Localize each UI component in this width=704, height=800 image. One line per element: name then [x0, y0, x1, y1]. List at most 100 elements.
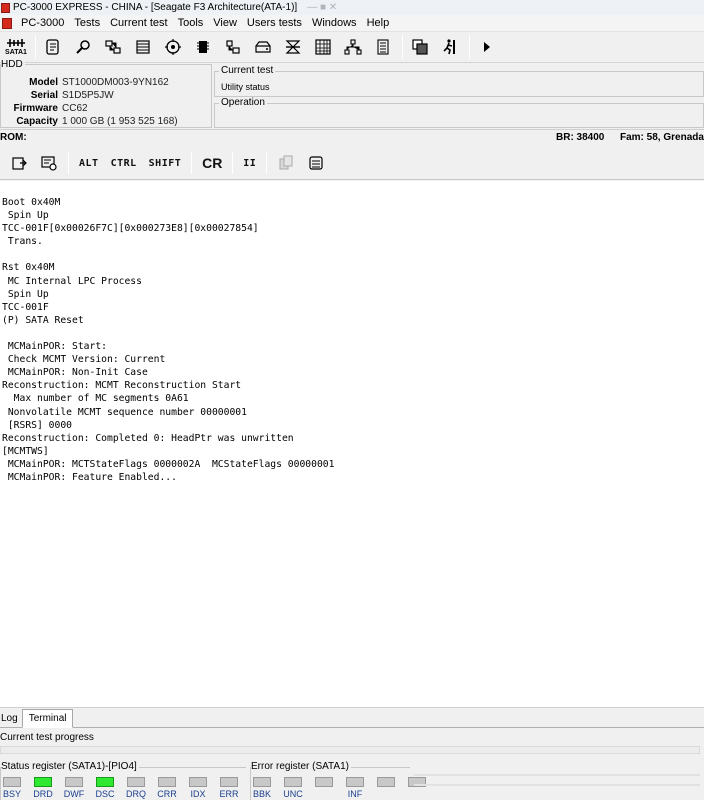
toolbar-separator: [266, 152, 268, 174]
alt-key-button[interactable]: ALT: [77, 151, 101, 175]
error-label-bbk: BBK: [252, 789, 271, 799]
terminal-text: Boot 0x40M Spin Up TCC-001F[0x00026F7C][…: [2, 197, 335, 483]
play-button[interactable]: [475, 34, 499, 60]
menu-tests[interactable]: Tests: [69, 16, 105, 31]
menu-pc3000[interactable]: PC-3000: [16, 16, 69, 31]
family-info: Fam: 58, Grenada: [620, 132, 704, 143]
search-button[interactable]: [71, 34, 95, 60]
transfer-icon: [285, 40, 301, 54]
log-button[interactable]: [305, 151, 327, 175]
hdd-serial-value: S1D5P5JW: [62, 90, 114, 101]
list-icon: [377, 39, 389, 55]
toolbar-separator: [68, 152, 69, 174]
sata-plug-icon: [7, 39, 25, 47]
sata-port-label: SATA1: [5, 49, 27, 56]
error-led-bbk: [253, 777, 271, 787]
runner-button[interactable]: [438, 34, 462, 60]
play-icon: [484, 42, 490, 52]
table-button[interactable]: [131, 34, 155, 60]
window-title: PC-3000 EXPRESS - CHINA - [Seagate F3 Ar…: [13, 2, 298, 13]
hdd-button[interactable]: [251, 34, 275, 60]
empty-register-track: [414, 784, 700, 786]
terminal-settings-button[interactable]: [38, 151, 60, 175]
menu-users-tests[interactable]: Users tests: [242, 16, 307, 31]
empty-register-track: [414, 774, 700, 776]
copy-icon: [279, 155, 293, 170]
connect-button[interactable]: [8, 151, 30, 175]
error-led-bit2: [315, 777, 333, 787]
current-test-box: Current test Utility status: [214, 65, 704, 97]
tab-terminal[interactable]: Terminal: [21, 709, 74, 728]
cr-button[interactable]: CR: [200, 151, 224, 175]
tab-log[interactable]: Log: [0, 711, 22, 727]
status-led-crr: [158, 777, 176, 787]
menu-app-icon[interactable]: [2, 17, 12, 29]
operation-box: Operation: [214, 97, 704, 128]
hdd-caption: HDD: [1, 59, 25, 71]
main-toolbar: SATA1: [0, 32, 704, 63]
status-led-bsy: [3, 777, 21, 787]
search-icon: [76, 40, 90, 54]
ctrl-key-button[interactable]: CTRL: [109, 151, 139, 175]
hdd-row-serial: Serial S1D5P5JW: [1, 89, 211, 102]
transfer-button[interactable]: [281, 34, 305, 60]
menu-current-test[interactable]: Current test: [105, 16, 172, 31]
hdd-model-value: ST1000DM003-9YN162: [62, 77, 169, 88]
status-led-dsc: [96, 777, 114, 787]
terminal-output[interactable]: Boot 0x40M Spin Up TCC-001F[0x00026F7C][…: [0, 181, 704, 708]
error-led-unc: [284, 777, 302, 787]
status-label-drd: DRD: [33, 789, 53, 799]
scroll-icon: [46, 39, 59, 55]
scroll-button[interactable]: [41, 34, 65, 60]
pause-button[interactable]: II: [241, 151, 258, 175]
hdd-row-capacity: Capacity 1 000 GB (1 953 525 168): [1, 115, 211, 128]
terminal-settings-icon: [41, 156, 57, 171]
status-label-drq: DRQ: [126, 789, 146, 799]
status-led-drd: [34, 777, 52, 787]
window-controls-ghost[interactable]: — ■ ✕: [307, 2, 337, 13]
sata-port-button[interactable]: SATA1: [2, 34, 30, 60]
log-icon: [309, 156, 323, 170]
status-label-bsy: BSY: [2, 789, 21, 799]
table-icon: [136, 40, 150, 54]
list-button[interactable]: [371, 34, 395, 60]
status-register-caption: Status register (SATA1)-[PIO4]: [1, 761, 139, 773]
disk-gear-button[interactable]: [161, 34, 185, 60]
menu-view[interactable]: View: [208, 16, 242, 31]
grid-icon: [315, 39, 331, 55]
copy-button[interactable]: [275, 151, 297, 175]
terminal-toolbar: ALT CTRL SHIFT CR II: [0, 147, 704, 180]
current-test-caption: Current test: [219, 65, 276, 77]
ports-button[interactable]: [101, 34, 125, 60]
chip-button[interactable]: [191, 34, 215, 60]
error-led-bit4: [377, 777, 395, 787]
menu-bar: PC-3000 Tests Current test Tools View Us…: [0, 15, 704, 32]
bottom-tabs: Log Terminal: [0, 709, 704, 728]
menu-tools[interactable]: Tools: [173, 16, 209, 31]
hierarchy-button[interactable]: [221, 34, 245, 60]
menu-help[interactable]: Help: [362, 16, 395, 31]
hdd-firmware-value: CC62: [62, 103, 88, 114]
menu-windows[interactable]: Windows: [307, 16, 362, 31]
status-led-dwf: [65, 777, 83, 787]
status-label-dwf: DWF: [63, 789, 85, 799]
chip-icon: [197, 41, 209, 53]
status-led-drq: [127, 777, 145, 787]
status-led-err: [220, 777, 238, 787]
toolbar-separator: [191, 152, 193, 174]
status-register-panel: Status register (SATA1)-[PIO4] BSY DRD DWF…: [0, 761, 246, 800]
error-register-caption: Error register (SATA1): [251, 761, 351, 773]
progress-bar: [0, 746, 700, 754]
network-button[interactable]: [341, 34, 365, 60]
ports-icon: [105, 40, 121, 54]
windows-button[interactable]: [408, 34, 432, 60]
title-bar: PC-3000 EXPRESS - CHINA - [Seagate F3 Ar…: [0, 0, 704, 15]
rom-status-bar: ROM: BR: 38400 Fam: 58, Grenada: [0, 129, 704, 146]
status-label-dsc: DSC: [95, 789, 115, 799]
hdd-key: Capacity: [16, 116, 58, 127]
grid-button[interactable]: [311, 34, 335, 60]
status-led-idx: [189, 777, 207, 787]
shift-key-button[interactable]: SHIFT: [147, 151, 184, 175]
error-label-unc: UNC: [283, 789, 303, 799]
toolbar-separator: [469, 35, 470, 59]
